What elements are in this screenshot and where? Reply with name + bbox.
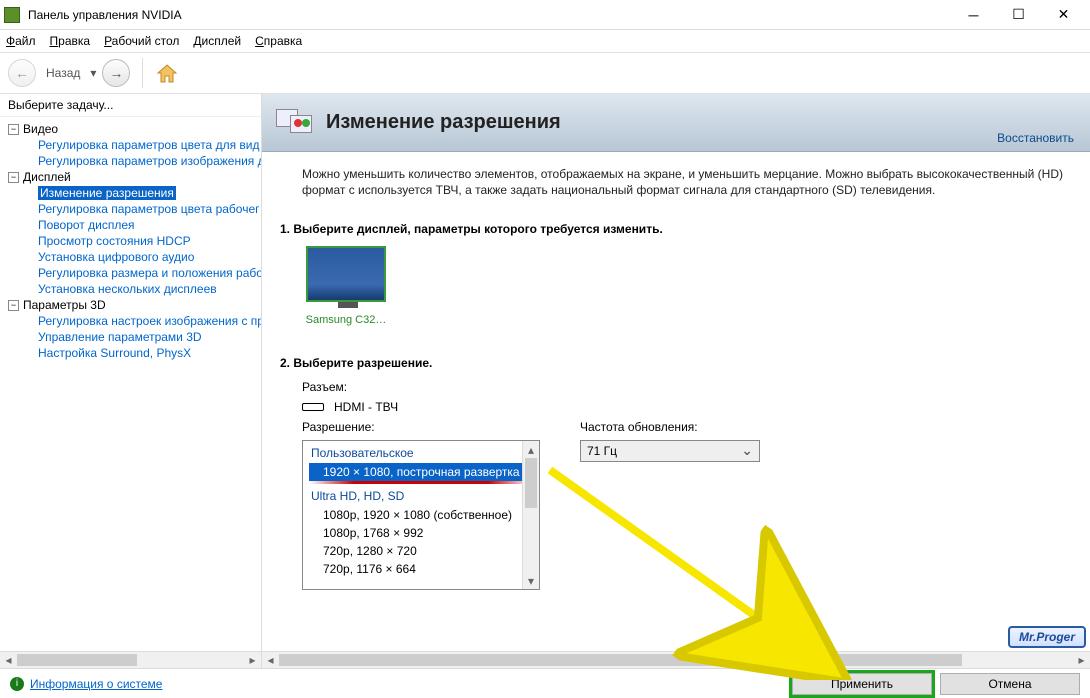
res-item-selected[interactable]: 1920 × 1080, построчная развертка bbox=[309, 463, 533, 481]
res-item[interactable]: 1080p, 1768 × 992 bbox=[303, 524, 539, 542]
page-description: Можно уменьшить количество элементов, от… bbox=[302, 166, 1070, 198]
window-title: Панель управления NVIDIA bbox=[28, 8, 951, 22]
res-item[interactable]: 1080p, 1920 × 1080 (собственное) bbox=[303, 506, 539, 524]
restore-link[interactable]: Восстановить bbox=[997, 131, 1074, 145]
refresh-label: Частота обновления: bbox=[580, 420, 760, 434]
tree-item[interactable]: Регулировка параметров цвета рабочег bbox=[0, 201, 261, 217]
tree-item[interactable]: Управление параметрами 3D bbox=[0, 329, 261, 345]
tree-group-display[interactable]: −Дисплей bbox=[0, 169, 261, 185]
res-scrollbar[interactable]: ▴▾ bbox=[522, 441, 539, 589]
resolution-label: Разрешение: bbox=[302, 420, 540, 434]
step1-heading: 1. Выберите дисплей, параметры которого … bbox=[280, 222, 1070, 236]
sidebar-title: Выберите задачу... bbox=[0, 94, 261, 117]
back-label: Назад bbox=[46, 66, 80, 80]
tree-item-change-resolution[interactable]: Изменение разрешения bbox=[0, 185, 261, 201]
minimize-button[interactable]: ─ bbox=[951, 1, 996, 29]
connector-value: HDMI - ТВЧ bbox=[334, 400, 398, 414]
tree-item[interactable]: Регулировка размера и положения рабо bbox=[0, 265, 261, 281]
res-item[interactable]: 720p, 1176 × 664 bbox=[303, 560, 539, 578]
menu-display[interactable]: Дисплей bbox=[193, 34, 241, 48]
monitor-thumbnail[interactable]: Samsung C32… bbox=[302, 246, 390, 326]
app-icon bbox=[4, 7, 20, 23]
info-icon: i bbox=[10, 677, 24, 691]
res-group-hd: Ultra HD, HD, SD bbox=[303, 486, 539, 506]
tree-item[interactable]: Регулировка параметров изображения д bbox=[0, 153, 261, 169]
content: Выберите задачу... −Видео Регулировка па… bbox=[0, 94, 1090, 668]
resolution-listbox[interactable]: Пользовательское 1920 × 1080, построчная… bbox=[302, 440, 540, 590]
tree-item[interactable]: Регулировка параметров цвета для вид bbox=[0, 137, 261, 153]
sidebar-hscrollbar[interactable]: ◂▸ bbox=[0, 651, 261, 668]
main-hscrollbar[interactable]: ◂▸ bbox=[262, 651, 1090, 668]
watermark: Mr.Proger bbox=[1008, 626, 1086, 648]
toolbar: ← Назад ▾ → bbox=[0, 52, 1090, 94]
home-icon[interactable] bbox=[155, 62, 179, 84]
forward-button[interactable]: → bbox=[102, 59, 130, 87]
menu-edit[interactable]: Правка bbox=[50, 34, 91, 48]
back-button[interactable]: ← bbox=[8, 59, 36, 87]
res-item[interactable]: 720p, 1280 × 720 bbox=[303, 542, 539, 560]
menu-help[interactable]: Справка bbox=[255, 34, 302, 48]
sidebar: Выберите задачу... −Видео Регулировка па… bbox=[0, 94, 262, 668]
main-panel: Изменение разрешения Восстановить Можно … bbox=[262, 94, 1090, 668]
monitor-label: Samsung C32… bbox=[302, 314, 390, 326]
menu-file[interactable]: Файл bbox=[6, 34, 36, 48]
tree-group-3d[interactable]: −Параметры 3D bbox=[0, 297, 261, 313]
step2-heading: 2. Выберите разрешение. bbox=[280, 356, 1070, 370]
apply-button[interactable]: Применить bbox=[792, 673, 932, 695]
page-header: Изменение разрешения Восстановить bbox=[262, 94, 1090, 152]
footer: i Информация о системе Применить Отмена bbox=[0, 668, 1090, 698]
titlebar: Панель управления NVIDIA ─ ☐ ✕ bbox=[0, 0, 1090, 30]
tree-item[interactable]: Установка цифрового аудио bbox=[0, 249, 261, 265]
system-info-link[interactable]: Информация о системе bbox=[30, 677, 162, 691]
tree-item[interactable]: Установка нескольких дисплеев bbox=[0, 281, 261, 297]
tree-item[interactable]: Настройка Surround, PhysX bbox=[0, 345, 261, 361]
menu-desktop[interactable]: Рабочий стол bbox=[104, 34, 179, 48]
menubar: Файл Правка Рабочий стол Дисплей Справка bbox=[0, 30, 1090, 52]
annotation-underline bbox=[309, 481, 533, 484]
task-tree[interactable]: −Видео Регулировка параметров цвета для … bbox=[0, 117, 261, 651]
tree-group-video[interactable]: −Видео bbox=[0, 121, 261, 137]
page-title: Изменение разрешения bbox=[326, 111, 561, 134]
tree-item[interactable]: Поворот дисплея bbox=[0, 217, 261, 233]
displays-icon bbox=[276, 105, 316, 141]
tree-item[interactable]: Просмотр состояния HDCP bbox=[0, 233, 261, 249]
connector-label: Разъем: bbox=[302, 380, 382, 394]
maximize-button[interactable]: ☐ bbox=[996, 1, 1041, 29]
hdmi-icon bbox=[302, 403, 324, 411]
close-button[interactable]: ✕ bbox=[1041, 1, 1086, 29]
page-body: Можно уменьшить количество элементов, от… bbox=[262, 152, 1090, 650]
refresh-rate-combo[interactable]: 71 Гц bbox=[580, 440, 760, 462]
tree-item[interactable]: Регулировка настроек изображения с пр bbox=[0, 313, 261, 329]
res-group-custom: Пользовательское bbox=[303, 443, 539, 463]
cancel-button[interactable]: Отмена bbox=[940, 673, 1080, 695]
